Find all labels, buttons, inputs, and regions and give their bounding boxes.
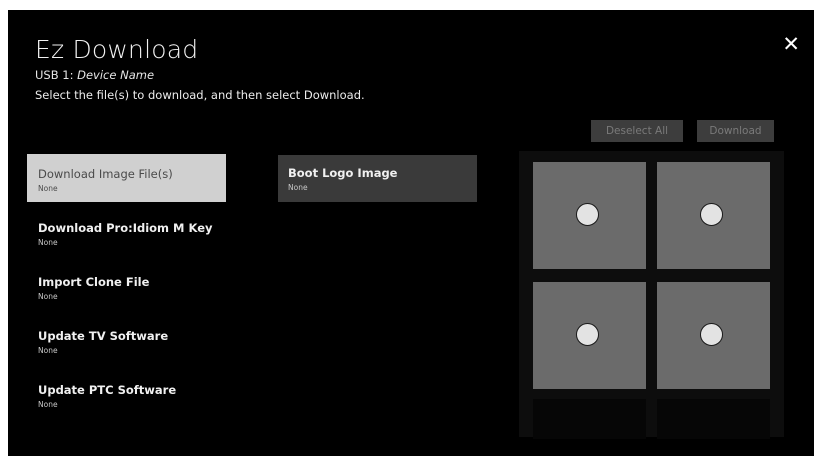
menu-item-value: None xyxy=(38,238,58,247)
image-thumbnail[interactable] xyxy=(533,282,646,389)
page-title: Ez Download xyxy=(35,35,199,64)
image-thumbnail[interactable] xyxy=(533,162,646,269)
menu-item-download-image-files[interactable]: Download Image File(s) None xyxy=(27,154,226,202)
menu-item-value: None xyxy=(38,400,58,409)
menu-item-update-ptc-software[interactable]: Update PTC Software None xyxy=(27,370,226,418)
menu-item-label: Update PTC Software xyxy=(38,383,177,397)
instruction-text: Select the file(s) to download, and then… xyxy=(35,88,365,102)
submenu-item-boot-logo-image[interactable]: Boot Logo Image None xyxy=(278,155,477,202)
menu-item-download-proidiom-key[interactable]: Download Pro:Idiom M Key None xyxy=(27,208,226,256)
radio-button[interactable] xyxy=(576,203,599,226)
usb-device-line: USB 1: Device Name xyxy=(35,68,154,82)
menu-item-import-clone-file[interactable]: Import Clone File None xyxy=(27,262,226,310)
menu-item-value: None xyxy=(38,346,58,355)
menu-item-value: None xyxy=(38,184,58,193)
sidebar-menu: Download Image File(s) None Download Pro… xyxy=(27,154,226,424)
usb-label: USB 1: xyxy=(35,68,74,82)
deselect-all-button[interactable]: Deselect All xyxy=(591,120,683,142)
download-button[interactable]: Download xyxy=(697,120,774,142)
menu-item-value: None xyxy=(38,292,58,301)
ez-download-dialog: Ez Download USB 1: Device Name Select th… xyxy=(8,10,814,456)
close-icon[interactable]: ✕ xyxy=(782,34,800,55)
empty-thumbnail-slot xyxy=(657,399,770,439)
radio-button[interactable] xyxy=(700,203,723,226)
image-thumbnail[interactable] xyxy=(657,162,770,269)
submenu-item-label: Boot Logo Image xyxy=(288,166,398,180)
menu-item-label: Update TV Software xyxy=(38,329,169,343)
menu-item-label: Download Image File(s) xyxy=(38,167,173,181)
radio-button[interactable] xyxy=(700,323,723,346)
menu-item-update-tv-software[interactable]: Update TV Software None xyxy=(27,316,226,364)
radio-button[interactable] xyxy=(576,323,599,346)
usb-device-name: Device Name xyxy=(77,68,155,82)
image-thumbnail[interactable] xyxy=(657,282,770,389)
empty-thumbnail-slot xyxy=(533,399,646,439)
menu-item-label: Import Clone File xyxy=(38,275,150,289)
submenu-item-value: None xyxy=(288,183,308,192)
menu-item-label: Download Pro:Idiom M Key xyxy=(38,221,213,235)
